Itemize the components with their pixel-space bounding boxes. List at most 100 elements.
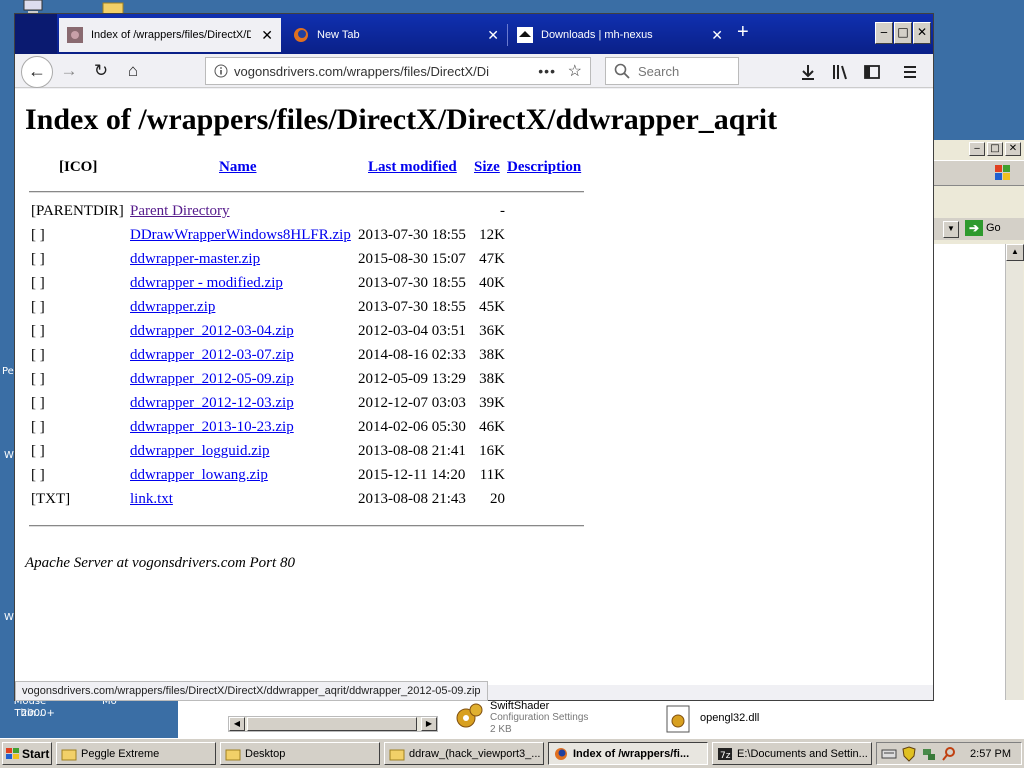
horizontal-scrollbar[interactable]: ◀ ▶: [228, 716, 438, 732]
maximize-button[interactable]: □: [894, 22, 912, 44]
file-link[interactable]: ddwrapper - modified.zip: [130, 275, 283, 292]
file-item-swiftshader[interactable]: SwiftShader Configuration Settings 2 KB: [454, 700, 588, 736]
file-item-opengl32[interactable]: opengl32.dll: [664, 704, 759, 734]
7zip-icon: 7z: [718, 747, 732, 761]
file-size: 12K: [479, 227, 505, 243]
file-size: 36K: [479, 323, 505, 339]
file-link[interactable]: ddwrapper_2012-05-09.zip: [130, 371, 294, 388]
close-button[interactable]: ✕: [913, 22, 931, 44]
tab-strip: Index of /wrappers/files/DirectX/D ✕ New…: [15, 14, 933, 54]
sidebar-icon[interactable]: [863, 63, 881, 81]
desktop-label: 2000+: [21, 708, 55, 719]
forward-button[interactable]: →: [57, 59, 81, 83]
home-button[interactable]: ⌂: [121, 59, 145, 83]
file-link[interactable]: ddwrapper.zip: [130, 299, 215, 316]
file-name: opengl32.dll: [700, 712, 760, 724]
address-dropdown[interactable]: ▼: [943, 221, 959, 238]
file-link[interactable]: ddwrapper_2012-12-03.zip: [130, 395, 294, 412]
tab-close-icon[interactable]: ✕: [261, 27, 273, 44]
tab-close-icon[interactable]: ✕: [711, 27, 723, 44]
page-actions-icon[interactable]: •••: [538, 63, 556, 79]
header-name-link[interactable]: Name: [219, 159, 257, 176]
tab-new-tab[interactable]: New Tab ✕: [285, 20, 507, 50]
file-link[interactable]: ddwrapper_2012-03-04.zip: [130, 323, 294, 340]
header-size-link[interactable]: Size: [474, 159, 500, 176]
download-icon[interactable]: [799, 63, 817, 81]
go-button[interactable]: ➔ Go: [965, 220, 1001, 236]
taskbar-button-label: Index of /wrappers/fi...: [573, 747, 690, 760]
bookmark-star-icon[interactable]: ☆: [568, 61, 582, 81]
file-link[interactable]: Parent Directory: [130, 203, 230, 220]
firefox-window[interactable]: Index of /wrappers/files/DirectX/D ✕ New…: [14, 13, 934, 701]
last-modified: 2015-08-30 15:07: [358, 251, 466, 267]
explorer-window-background[interactable]: ‒ □ ✕ ▼ ➔ Go ▲ ▼: [932, 140, 1024, 738]
tab-index-of[interactable]: Index of /wrappers/files/DirectX/D ✕: [59, 18, 281, 52]
network-icon[interactable]: [921, 746, 937, 762]
taskbar-button-firefox[interactable]: Index of /wrappers/fi...: [548, 742, 708, 765]
last-modified: 2015-12-11 14:20: [358, 467, 466, 483]
taskbar-button-desktop[interactable]: Desktop: [220, 742, 380, 765]
minimize-button[interactable]: ‒: [875, 22, 893, 44]
search-input[interactable]: Search: [605, 57, 739, 85]
library-icon[interactable]: [831, 63, 849, 81]
file-size: 16K: [479, 443, 505, 459]
tab-title: Index of /wrappers/files/DirectX/D: [91, 29, 251, 41]
url-text[interactable]: vogonsdrivers.com/wrappers/files/DirectX…: [234, 64, 504, 79]
favicon-icon: [67, 27, 83, 43]
header-description-link[interactable]: Description: [507, 159, 581, 176]
search-placeholder: Search: [638, 63, 680, 79]
status-bar: vogonsdrivers.com/wrappers/files/DirectX…: [15, 681, 488, 701]
last-modified: 2013-07-30 18:55: [358, 275, 466, 291]
file-size: -: [500, 203, 505, 219]
taskbar-button-ddraw[interactable]: ddraw_(hack_viewport3_...: [384, 742, 544, 765]
vertical-scrollbar[interactable]: ▲ ▼: [1005, 244, 1024, 738]
config-gear-icon: [456, 703, 483, 728]
file-link[interactable]: ddwrapper_2012-03-07.zip: [130, 347, 294, 364]
reload-button[interactable]: ↻: [89, 59, 113, 83]
taskbar-button-peggle[interactable]: Peggle Extreme: [56, 742, 216, 765]
back-button[interactable]: ←: [21, 56, 53, 88]
last-modified: 2013-08-08 21:43: [358, 491, 466, 507]
close-button[interactable]: ✕: [1005, 142, 1021, 156]
taskbar-button-explorer[interactable]: 7z E:\Documents and Settin...: [712, 742, 872, 765]
table-row: [ ] ddwrapper_logguid.zip 2013-08-08 21:41…: [27, 443, 587, 465]
start-button[interactable]: Start: [2, 742, 52, 765]
tab-close-icon[interactable]: ✕: [487, 27, 499, 44]
search-tray-icon[interactable]: [941, 746, 957, 762]
file-size: 40K: [479, 275, 505, 291]
file-size: 39K: [479, 395, 505, 411]
file-link[interactable]: ddwrapper-master.zip: [130, 251, 260, 268]
minimize-button[interactable]: ‒: [969, 142, 985, 156]
scroll-up-arrow[interactable]: ▲: [1006, 244, 1024, 261]
file-link[interactable]: ddwrapper_2013-10-23.zip: [130, 419, 294, 436]
last-modified: 2014-08-16 02:33: [358, 347, 466, 363]
url-bar[interactable]: vogonsdrivers.com/wrappers/files/DirectX…: [205, 57, 591, 85]
keyboard-icon[interactable]: [881, 746, 897, 762]
file-size: 20: [490, 491, 505, 507]
header-last-modified-link[interactable]: Last modified: [368, 159, 457, 176]
last-modified: 2013-08-08 21:41: [358, 443, 466, 459]
scroll-thumb[interactable]: [247, 717, 417, 731]
file-link[interactable]: link.txt: [130, 491, 173, 508]
info-icon[interactable]: [214, 64, 228, 78]
file-type-marker: [ ]: [31, 371, 45, 387]
file-size: 46K: [479, 419, 505, 435]
last-modified: 2012-12-07 03:03: [358, 395, 466, 411]
file-link[interactable]: DDrawWrapperWindows8HLFR.zip: [130, 227, 351, 244]
new-tab-button[interactable]: +: [737, 22, 749, 42]
file-link[interactable]: ddwrapper_lowang.zip: [130, 467, 268, 484]
start-label: Start: [22, 746, 50, 761]
menu-icon[interactable]: [901, 63, 919, 81]
system-tray: 2:57 PM: [876, 742, 1022, 765]
security-shield-icon[interactable]: [901, 745, 917, 762]
tab-downloads[interactable]: Downloads | mh-nexus ✕: [509, 20, 731, 50]
table-row: [ ] ddwrapper_2012-03-07.zip 2014-08-16 02…: [27, 347, 587, 369]
file-size: 45K: [479, 299, 505, 315]
file-link[interactable]: ddwrapper_logguid.zip: [130, 443, 270, 460]
maximize-button[interactable]: □: [987, 142, 1003, 156]
folder-icon: [61, 749, 77, 760]
file-type-marker: [ ]: [31, 227, 45, 243]
scroll-left-arrow[interactable]: ◀: [229, 717, 245, 731]
scroll-right-arrow[interactable]: ▶: [421, 717, 437, 731]
file-size: 47K: [479, 251, 505, 267]
